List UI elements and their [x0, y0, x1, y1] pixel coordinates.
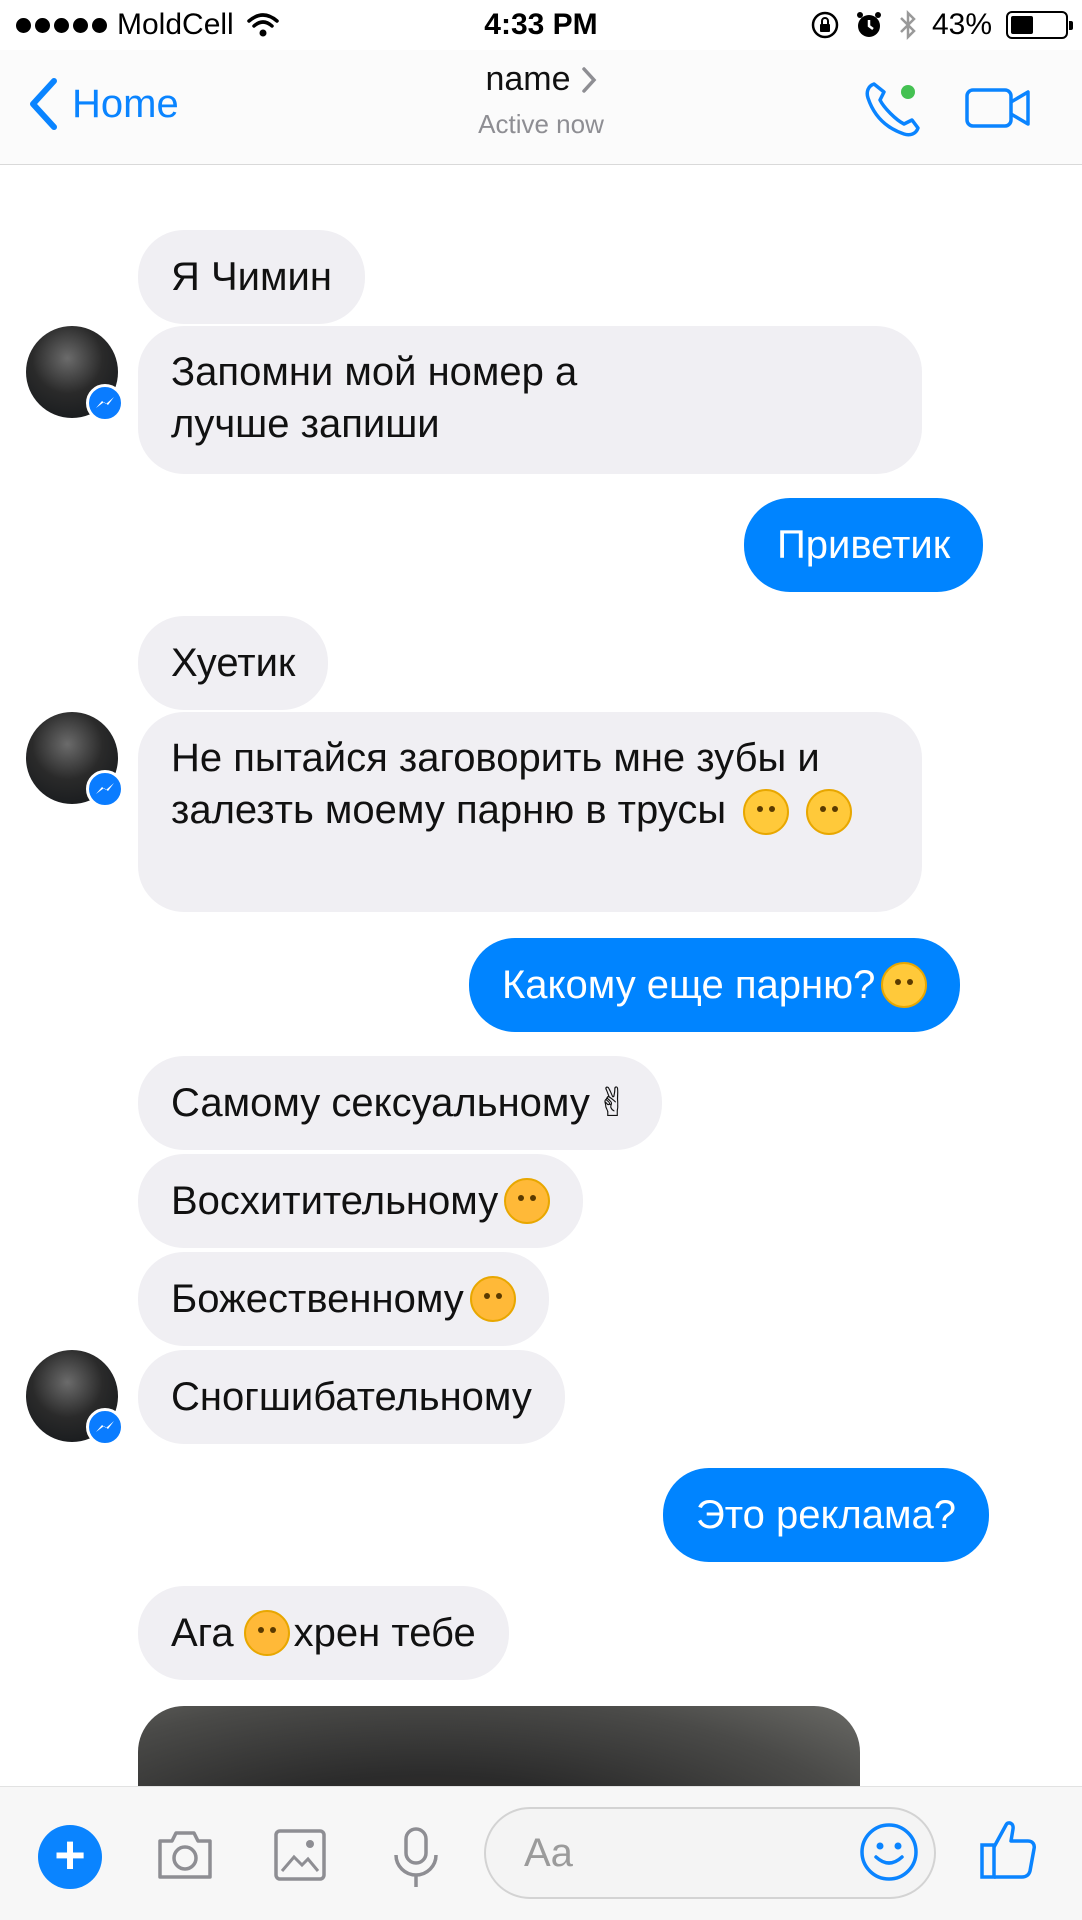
- bluetooth-icon: [900, 9, 916, 41]
- thumbs-up-icon[interactable]: [978, 1817, 1038, 1881]
- chevron-right-icon: [581, 66, 596, 93]
- message-incoming[interactable]: Восхитительному: [138, 1154, 584, 1248]
- heart-eyes-cat-emoji-icon: [504, 1178, 551, 1224]
- contact-name: name: [485, 60, 571, 98]
- message-outgoing[interactable]: Это реклама?: [663, 1468, 989, 1562]
- message-incoming[interactable]: Запомни мой номер а лучше запиши: [138, 326, 922, 474]
- message-text: Сногшибательному: [171, 1375, 532, 1419]
- message-incoming[interactable]: Самому сексуальному ✌: [138, 1056, 663, 1150]
- woozy-face-emoji-icon: [881, 962, 928, 1008]
- avatar[interactable]: [26, 1350, 124, 1446]
- message-input[interactable]: Aa: [484, 1807, 936, 1899]
- messenger-badge-icon: [86, 770, 124, 808]
- plus-icon[interactable]: +: [38, 1825, 102, 1889]
- photo-attachment[interactable]: [138, 1706, 860, 1786]
- composer-toolbar: + Aa: [0, 1786, 1082, 1920]
- message-incoming[interactable]: Не пытайся заговорить мне зубы и залезть…: [138, 712, 922, 912]
- message-incoming[interactable]: Божественному: [138, 1252, 549, 1346]
- avatar[interactable]: [26, 326, 124, 422]
- message-outgoing[interactable]: Какому еще парню?: [469, 938, 961, 1032]
- status-right: 43%: [810, 8, 1073, 42]
- message-text: Это реклама?: [696, 1493, 956, 1537]
- message-text: хрен тебе: [293, 1611, 476, 1655]
- message-text: Восхитительному: [171, 1179, 499, 1223]
- kissing-cat-emoji-icon: [469, 1276, 516, 1322]
- message-incoming[interactable]: Я Чимин: [138, 230, 365, 324]
- message-text: Самому сексуальному: [171, 1081, 590, 1125]
- smiley-icon[interactable]: [858, 1821, 920, 1883]
- message-text: Приветик: [777, 523, 951, 567]
- message-incoming[interactable]: Ага хрен тебе: [138, 1586, 509, 1680]
- message-incoming[interactable]: Хуетик: [138, 616, 329, 710]
- message-incoming[interactable]: Сногшибательному: [138, 1350, 565, 1444]
- message-text: Я Чимин: [171, 255, 332, 299]
- camera-icon[interactable]: [154, 1827, 216, 1883]
- status-bar: MoldCell 4:33 PM 43%: [0, 0, 1082, 50]
- messenger-badge-icon: [86, 384, 124, 422]
- message-input-placeholder: Aa: [524, 1831, 573, 1875]
- message-text: Хуетик: [171, 641, 296, 685]
- message-outgoing[interactable]: Приветик: [744, 498, 984, 592]
- avatar[interactable]: [26, 712, 124, 808]
- message-text: Запомни мой номер а лучше запиши: [171, 350, 578, 446]
- image-icon[interactable]: [272, 1827, 328, 1883]
- message-text: Какому еще парню?: [502, 963, 876, 1007]
- message-text: Не пытайся заговорить мне зубы и залезть…: [171, 736, 820, 832]
- message-text: Ага: [171, 1611, 234, 1655]
- alarm-icon: [856, 12, 881, 37]
- contact-name-row[interactable]: name: [485, 60, 596, 99]
- battery-percent: 43%: [931, 8, 992, 41]
- message-text: Божественному: [171, 1277, 464, 1321]
- phone-icon[interactable]: [862, 78, 924, 140]
- message-list[interactable]: Я Чимин Запомни мой номер а лучше запиши…: [0, 166, 1082, 1786]
- battery-icon: [1006, 11, 1073, 39]
- video-camera-icon[interactable]: [964, 84, 1032, 132]
- victory-hand-emoji-icon: ✌: [595, 1081, 630, 1125]
- messenger-badge-icon: [86, 1408, 124, 1446]
- raised-eyebrow-emoji-icon: [743, 789, 790, 836]
- conversation-header: Home name Active now: [0, 50, 1082, 165]
- raised-eyebrow-emoji-icon: [806, 789, 853, 836]
- online-dot: [901, 85, 915, 99]
- pouting-cat-emoji-icon: [243, 1610, 290, 1656]
- microphone-icon[interactable]: [388, 1827, 444, 1889]
- rotation-lock-icon: [811, 11, 839, 39]
